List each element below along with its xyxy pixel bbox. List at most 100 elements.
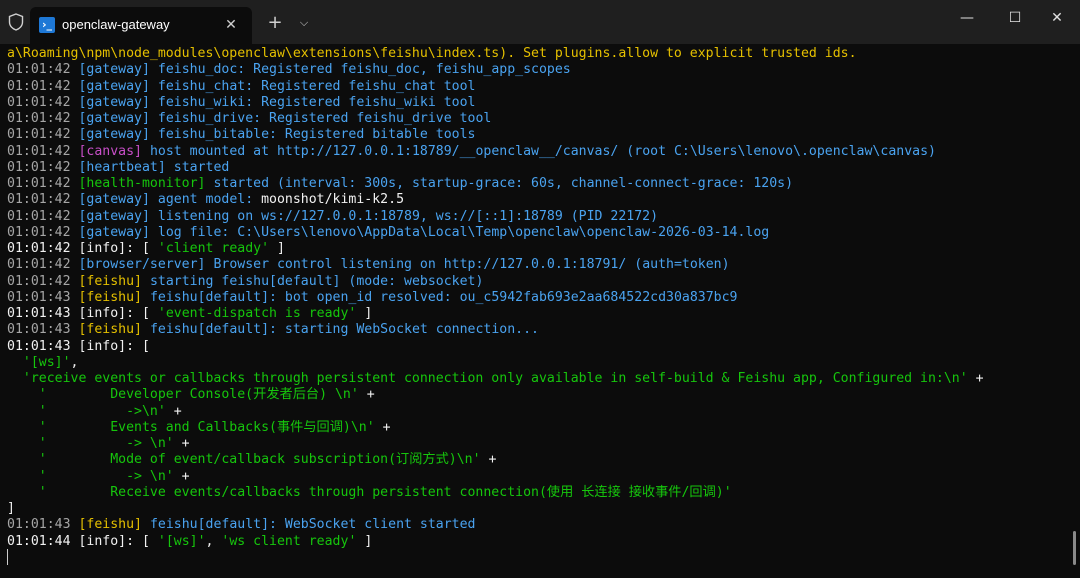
terminal-line: 01:01:42 [canvas] host mounted at http:/… (7, 144, 984, 160)
log-segment: 01:01:43 (7, 289, 79, 305)
terminal-line: 01:01:43 [info]: [ 'event-dispatch is re… (7, 306, 984, 322)
log-segment: ' Events and Callbacks(事件与回调)\n' (7, 419, 375, 435)
log-segment: host mounted at http://127.0.0.1:18789/_… (149, 143, 936, 159)
log-segment: 01:01:42 (7, 62, 79, 78)
log-segment: feishu_bitable: Registered bitable tools (157, 127, 476, 143)
log-segment: 'ws client ready' (221, 533, 357, 549)
terminal-output[interactable]: a\Roaming\npm\node_modules\openclaw\exte… (0, 44, 1068, 578)
terminal-line: 01:01:42 [gateway] feishu_wiki: Register… (7, 95, 984, 111)
terminal-line: 01:01:43 [feishu] feishu[default]: start… (7, 322, 984, 338)
log-segment: ' Mode of event/callback subscription(订阅… (7, 452, 481, 468)
log-segment: feishu[default]: WebSocket client starte… (149, 517, 476, 533)
terminal-line: 01:01:44 [info]: [ '[ws]', 'ws client re… (7, 534, 984, 550)
log-segment: 01:01:44 (7, 533, 79, 549)
log-segment: ' Receive events/callbacks through persi… (7, 484, 732, 500)
log-segment: 01:01:42 (7, 143, 79, 159)
log-segment: feishu_wiki: Registered feishu_wiki tool (157, 94, 476, 110)
log-segment: 01:01:43 (7, 517, 79, 533)
log-segment: starting feishu[default] (mode: websocke… (149, 273, 484, 289)
log-segment: [gateway] (78, 111, 158, 126)
log-segment: agent model: (157, 192, 262, 208)
terminal-line: 01:01:43 [feishu] feishu[default]: WebSo… (7, 517, 984, 533)
terminal-line: 01:01:42 [gateway] log file: C:\Users\le… (7, 225, 984, 241)
log-segment: 'event-dispatch is ready' (157, 306, 357, 321)
terminal-line: ' Developer Console(开发者后台) \n' + (7, 387, 984, 403)
log-segment: [canvas] (78, 143, 150, 159)
powershell-icon: ›_ (39, 17, 55, 33)
chevron-down-icon[interactable]: ⌵ (292, 10, 316, 36)
log-segment: + (358, 387, 375, 403)
log-segment: ' -> \n' (7, 468, 174, 484)
tab-openclaw-gateway[interactable]: ›_ openclaw-gateway ✕ (30, 7, 252, 44)
log-segment: ] (7, 501, 15, 516)
log-segment: [gateway] (78, 192, 158, 208)
log-segment: 01:01:42 (7, 192, 79, 208)
log-segment: feishu_chat: Registered feishu_chat tool (157, 78, 476, 94)
log-segment: [info]: [ (78, 241, 158, 256)
log-segment: feishu[default]: bot open_id resolved: o… (149, 289, 738, 305)
log-segment: + (374, 419, 391, 435)
terminal-line: 01:01:42 [gateway] feishu_bitable: Regis… (7, 127, 984, 143)
terminal-line: ' ->\n' + (7, 404, 984, 420)
log-segment: [feishu] (78, 273, 150, 289)
terminal-line: 01:01:42 [browser/server] Browser contro… (7, 257, 984, 273)
terminal-line: 01:01:43 [info]: [ (7, 339, 984, 355)
log-segment: ] (356, 533, 373, 549)
terminal-line: 01:01:42 [gateway] feishu_chat: Register… (7, 79, 984, 95)
log-segment: moonshot/kimi-k2.5 (261, 192, 405, 208)
log-segment: [gateway] (78, 62, 158, 78)
terminal-line: ' Receive events/callbacks through persi… (7, 485, 984, 501)
log-segment: + (173, 468, 190, 484)
log-segment: '[ws]' (157, 533, 206, 549)
text-cursor (7, 549, 8, 565)
log-segment: 01:01:42 (7, 127, 79, 143)
tab-close-icon[interactable]: ✕ (218, 12, 244, 38)
terminal-line: 01:01:42 [feishu] starting feishu[defaul… (7, 274, 984, 290)
log-segment: + (165, 403, 182, 419)
shield-icon[interactable] (8, 13, 24, 31)
log-segment: ' Developer Console(开发者后台) \n' (7, 387, 359, 403)
close-window-button[interactable]: ✕ (1034, 0, 1080, 36)
log-segment: + (480, 452, 497, 468)
log-segment: ] (356, 306, 373, 321)
log-segment: [info]: [ (78, 338, 150, 354)
new-tab-button[interactable]: + (262, 10, 288, 36)
log-segment: + (967, 371, 984, 386)
terminal-lines: a\Roaming\npm\node_modules\openclaw\exte… (7, 46, 984, 550)
log-segment: 'client ready' (157, 241, 270, 256)
log-segment: 01:01:43 (7, 322, 79, 338)
terminal-line: 01:01:42 [gateway] feishu_drive: Registe… (7, 111, 984, 127)
log-segment: [gateway] (78, 78, 158, 94)
log-segment: '[ws]' (7, 354, 71, 370)
terminal-line: a\Roaming\npm\node_modules\openclaw\exte… (7, 46, 984, 62)
log-segment: + (173, 436, 190, 451)
log-segment: started (interval: 300s, startup-grace: … (213, 176, 794, 191)
maximize-button[interactable]: ☐ (992, 0, 1038, 36)
log-segment: ' -> \n' (7, 436, 174, 451)
log-segment: 01:01:42 (7, 273, 79, 289)
terminal-line: 01:01:42 [health-monitor] started (inter… (7, 176, 984, 192)
log-segment: [browser/server] (78, 257, 214, 273)
minimize-button[interactable]: — (944, 0, 990, 36)
title-bar: ›_ openclaw-gateway ✕ + ⌵ — ☐ ✕ (0, 0, 1080, 44)
terminal-line: 01:01:42 [heartbeat] started (7, 160, 984, 176)
log-segment: a\Roaming\npm\node_modules\openclaw\exte… (7, 46, 857, 61)
log-segment: 01:01:42 (7, 176, 79, 191)
log-segment: feishu[default]: starting WebSocket conn… (149, 322, 539, 338)
log-segment: feishu_drive: Registered feishu_drive to… (157, 111, 492, 126)
log-segment: 01:01:42 (7, 94, 79, 110)
scrollbar-thumb[interactable] (1073, 531, 1076, 565)
log-segment: ] (269, 241, 285, 256)
log-segment: [heartbeat] (78, 159, 174, 175)
terminal-line: ] (7, 501, 984, 517)
log-segment: 01:01:42 (7, 159, 79, 175)
log-segment: [health-monitor] (78, 176, 214, 191)
log-segment: 01:01:43 (7, 338, 79, 354)
log-segment: , (205, 533, 222, 549)
log-segment: [feishu] (78, 517, 150, 533)
terminal-line: 'receive events or callbacks through per… (7, 371, 984, 387)
tab-title: openclaw-gateway (62, 17, 170, 32)
log-segment: [info]: [ (78, 306, 158, 321)
log-segment: 01:01:43 (7, 306, 79, 321)
log-segment: log file: C:\Users\lenovo\AppData\Local\… (157, 224, 770, 240)
